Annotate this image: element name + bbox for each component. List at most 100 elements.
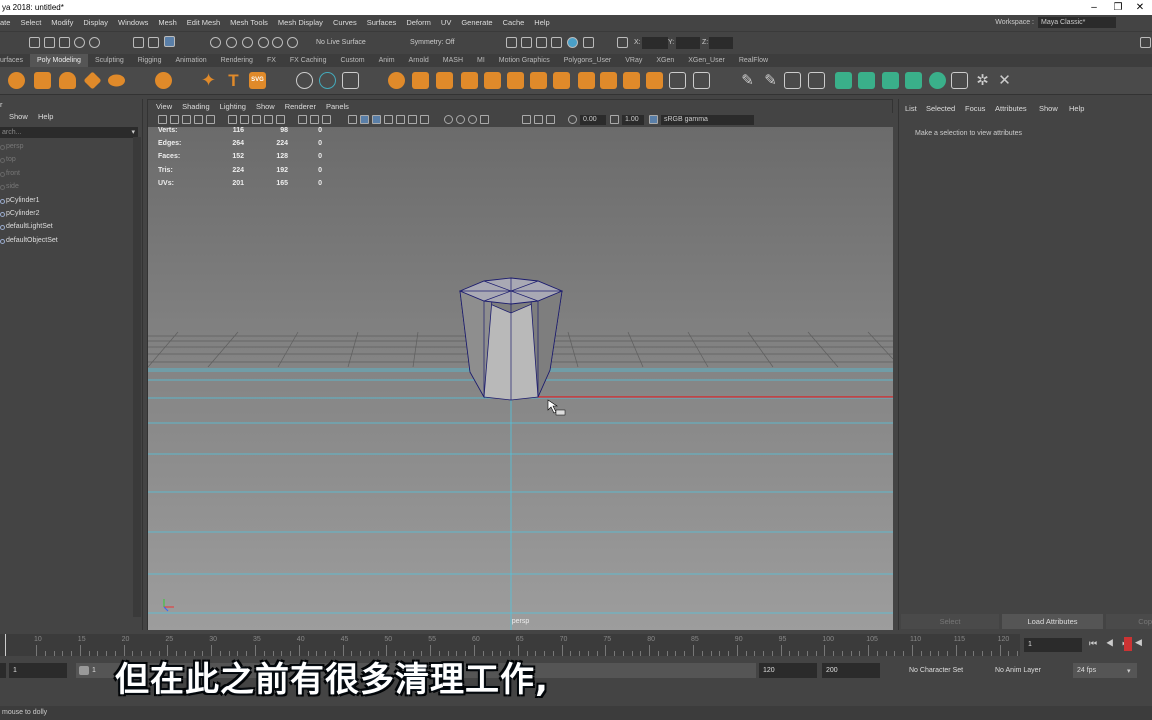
vp-menu-panels[interactable]: Panels — [321, 102, 354, 111]
undo-icon[interactable] — [74, 37, 85, 48]
ae-menu-show[interactable]: Show — [1039, 104, 1058, 113]
redo-icon[interactable] — [89, 37, 100, 48]
duplicate-face-icon[interactable] — [646, 72, 663, 89]
pause-render-icon[interactable] — [583, 37, 594, 48]
live-surface-label[interactable]: No Live Surface — [316, 37, 366, 49]
quad-draw-icon[interactable] — [808, 72, 825, 89]
render-view-icon[interactable] — [506, 37, 517, 48]
poly-sphere-icon[interactable] — [8, 72, 25, 89]
shelf-tab-animation[interactable]: Animation — [168, 54, 213, 67]
poly-cylinder-icon[interactable] — [59, 72, 76, 89]
xray-icon[interactable] — [456, 115, 465, 124]
select-hierarchy-icon[interactable] — [133, 37, 144, 48]
color-management-icon[interactable] — [546, 115, 555, 124]
ae-menu-focus[interactable]: Focus — [965, 104, 985, 113]
poly-cube-icon[interactable] — [34, 72, 51, 89]
camera-attributes-icon[interactable] — [182, 115, 191, 124]
poly-cone-icon[interactable] — [83, 71, 102, 90]
wireframe-icon[interactable] — [322, 115, 331, 124]
boolean-union-icon[interactable] — [388, 72, 405, 89]
shelf-tab-mash[interactable]: MASH — [436, 54, 470, 67]
snap-view-plane-icon[interactable] — [258, 37, 269, 48]
workspace-dropdown[interactable]: Maya Classic* — [1038, 17, 1116, 28]
shelf-tab-xgen-user[interactable]: XGen_User — [681, 54, 732, 67]
use-all-lights-icon[interactable] — [384, 115, 393, 124]
poly-torus-icon[interactable] — [108, 74, 125, 87]
circularize-icon[interactable] — [693, 72, 710, 89]
shelf-tab-fx[interactable]: FX — [260, 54, 283, 67]
outliner-item-default-light-set[interactable]: defaultLightSet — [0, 221, 53, 233]
ipr-render-icon[interactable] — [536, 37, 547, 48]
x-coord-field[interactable] — [642, 37, 668, 49]
wireframe-on-shaded-icon[interactable] — [360, 115, 369, 124]
vp-menu-show[interactable]: Show — [251, 102, 280, 111]
copy-tab-button[interactable]: Cop — [1106, 614, 1152, 629]
z-coord-field[interactable] — [709, 37, 733, 49]
snap-curve-icon[interactable] — [226, 37, 237, 48]
smooth-icon[interactable] — [342, 72, 359, 89]
shadows-icon[interactable] — [396, 115, 405, 124]
snap-point-icon[interactable] — [242, 37, 253, 48]
image-plane-icon[interactable] — [206, 115, 215, 124]
outliner-scrollbar[interactable] — [133, 137, 141, 617]
outliner-item-default-object-set[interactable]: defaultObjectSet — [0, 235, 58, 247]
menu-mesh[interactable]: Mesh — [153, 18, 181, 27]
outliner-item-persp[interactable]: persp — [0, 141, 24, 153]
select-camera-icon[interactable] — [158, 115, 167, 124]
merge-icon[interactable] — [578, 72, 595, 89]
multi-cut-icon[interactable]: ✎ — [739, 72, 756, 89]
type-tool-icon[interactable]: T — [225, 72, 242, 89]
outliner-item-top[interactable]: top — [0, 154, 16, 166]
screen-space-ao-icon[interactable] — [408, 115, 417, 124]
shelf-tab-anim[interactable]: Anim — [372, 54, 402, 67]
snap-grid-icon[interactable] — [210, 37, 221, 48]
bevel-icon[interactable] — [484, 72, 501, 89]
menu-uv[interactable]: UV — [436, 18, 456, 27]
color-space-dropdown[interactable]: sRGB gamma — [661, 115, 754, 125]
textured-icon[interactable] — [372, 115, 381, 124]
close-icon[interactable]: ✕ — [1128, 0, 1152, 15]
menu-curves[interactable]: Curves — [328, 18, 362, 27]
target-weld-icon[interactable]: ✎ — [762, 72, 779, 89]
fill-hole-icon[interactable] — [553, 72, 570, 89]
vp-menu-view[interactable]: View — [151, 102, 177, 111]
planar-map-icon[interactable] — [858, 72, 875, 89]
lock-camera-icon[interactable] — [170, 115, 179, 124]
menu-edit-mesh[interactable]: Edit Mesh — [182, 18, 225, 27]
safe-title-icon[interactable] — [310, 115, 319, 124]
shelf-tab-mi[interactable]: MI — [470, 54, 492, 67]
wedge-icon[interactable] — [600, 72, 617, 89]
step-back-icon[interactable]: ◀ — [1135, 637, 1142, 648]
menu-modify[interactable]: Modify — [46, 18, 78, 27]
shelf-tab-custom[interactable]: Custom — [333, 54, 371, 67]
extract-icon[interactable] — [412, 72, 429, 89]
play-backwards-icon[interactable] — [1124, 637, 1132, 651]
menu-select[interactable]: Select — [15, 18, 46, 27]
two-sided-icon[interactable] — [522, 115, 531, 124]
unfold-icon[interactable]: ✲ — [974, 72, 991, 89]
xray-components-icon[interactable] — [480, 115, 489, 124]
shelf-tab-rendering[interactable]: Rendering — [214, 54, 260, 67]
minimize-icon[interactable]: – — [1082, 0, 1106, 15]
menu-surfaces[interactable]: Surfaces — [362, 18, 402, 27]
outliner-menu-show[interactable]: Show — [9, 112, 28, 121]
extrude-icon[interactable] — [507, 72, 524, 89]
exposure-field[interactable]: 0.00 — [580, 115, 606, 125]
render-settings-icon[interactable] — [551, 37, 562, 48]
separate-icon[interactable] — [319, 72, 336, 89]
3d-viewport[interactable]: Verts: 116 98 0 Edges: 264 224 0 Faces: … — [148, 127, 893, 630]
ae-menu-attributes[interactable]: Attributes — [995, 104, 1027, 113]
uv-editor-icon[interactable] — [835, 72, 852, 89]
render-frame-icon[interactable] — [521, 37, 532, 48]
shelf-tab-arnold[interactable]: Arnold — [402, 54, 436, 67]
menu-create[interactable]: ate — [0, 18, 15, 27]
field-chart-icon[interactable] — [276, 115, 285, 124]
connect-icon[interactable] — [784, 72, 801, 89]
save-scene-icon[interactable] — [59, 37, 70, 48]
combine-icon[interactable] — [296, 72, 313, 89]
snap-surface-icon[interactable] — [272, 37, 283, 48]
backface-icon[interactable] — [534, 115, 543, 124]
outliner-menu-help[interactable]: Help — [38, 112, 53, 121]
svg-tool-icon[interactable]: SVG — [249, 72, 266, 89]
outliner-item-pcylinder1[interactable]: pCylinder1 — [0, 195, 39, 207]
